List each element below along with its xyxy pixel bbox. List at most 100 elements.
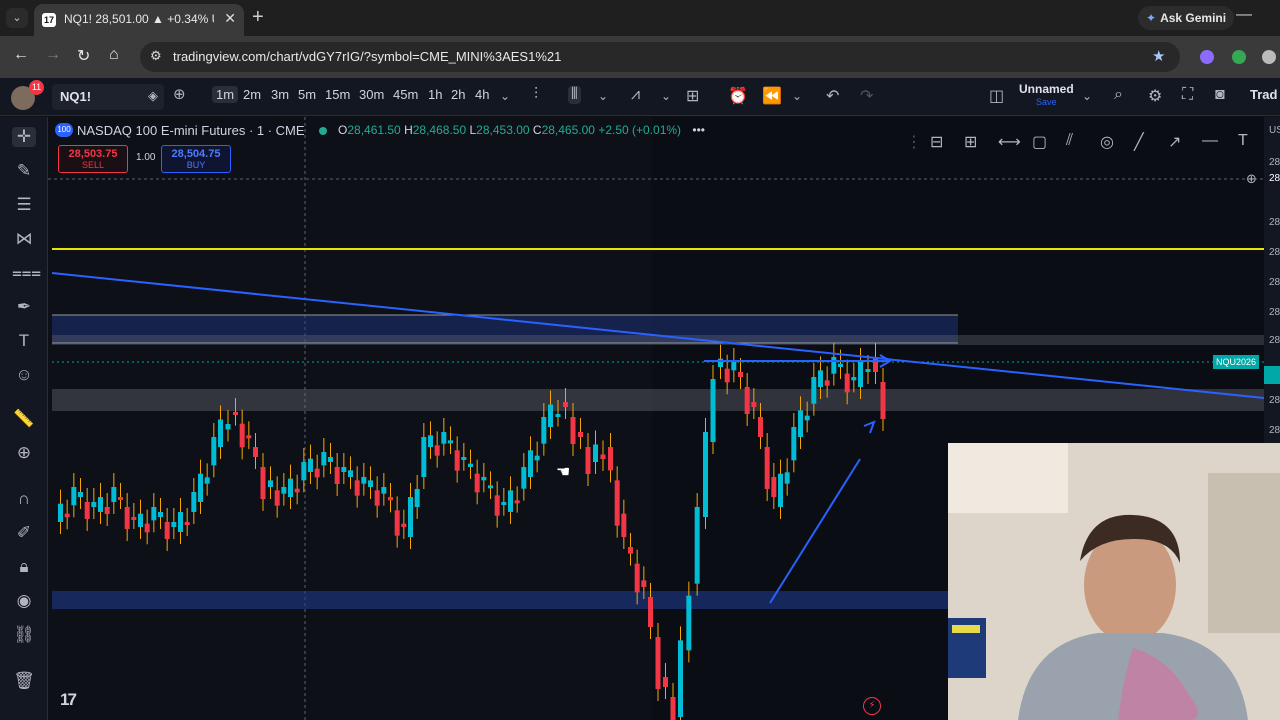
compare-plus-icon[interactable]: ⊕: [173, 85, 186, 103]
tab-close-icon[interactable]: ✕: [224, 10, 236, 27]
candle-body: [764, 447, 770, 489]
interval-5m[interactable]: 5m: [298, 87, 316, 102]
window-minimize-icon[interactable]: —: [1236, 6, 1252, 24]
emoji-icon[interactable]: ☺: [12, 365, 36, 385]
symbol-search[interactable]: NQ1! ◈: [52, 84, 164, 110]
ask-gemini-button[interactable]: ✦ Ask Gemini: [1138, 6, 1235, 30]
lock-icon[interactable]: 🔒︎: [12, 557, 36, 577]
extension-icon[interactable]: [1232, 50, 1246, 64]
candle-body: [368, 480, 373, 487]
fullscreen-icon[interactable]: ⛶: [1182, 86, 1193, 104]
interval-4h[interactable]: 4h: [475, 87, 489, 102]
ruler-icon[interactable]: 📏: [12, 409, 36, 429]
forward-arrow-icon[interactable]: →: [45, 46, 61, 64]
more-icon[interactable]: •••: [692, 123, 705, 137]
interval-1h[interactable]: 1h: [428, 87, 442, 102]
candle-body: [414, 489, 420, 507]
candles-icon[interactable]: ⫴: [568, 86, 581, 104]
interval-3m[interactable]: 3m: [271, 87, 289, 102]
layout-chevron-icon[interactable]: ⌄: [1082, 89, 1092, 103]
horizontal-ray-icon[interactable]: —: [1202, 132, 1218, 150]
drag-handle-icon[interactable]: ⋮: [906, 132, 922, 152]
interval-chevron-down-icon[interactable]: ⌄: [500, 89, 510, 103]
settings-gear-icon[interactable]: ⚙: [1148, 86, 1162, 106]
redo-icon[interactable]: ↷: [860, 86, 873, 106]
interval-1m[interactable]: 1m: [212, 86, 239, 103]
bookmark-star-icon[interactable]: ★: [1152, 47, 1165, 65]
arrow-line-icon[interactable]: ↗: [1168, 132, 1181, 152]
text-tool-icon[interactable]: T: [1238, 132, 1248, 150]
trade-button[interactable]: Trad: [1250, 87, 1277, 102]
candle-body: [421, 437, 427, 477]
bar-style-icon[interactable]: ⫶: [534, 86, 538, 104]
crosshair-icon[interactable]: ✛: [12, 127, 36, 147]
tab-search-chevron-icon[interactable]: ⌄: [6, 8, 28, 28]
interval-30m[interactable]: 30m: [359, 87, 384, 102]
chart-type-chevron-icon[interactable]: ⌄: [598, 89, 608, 103]
high-value: 28,468.50: [412, 123, 467, 137]
nasdaq-100-badge: 100: [55, 123, 73, 137]
layout-name[interactable]: Unnamed: [1019, 82, 1074, 96]
tradingview-logo[interactable]: 17: [60, 690, 77, 710]
symbol-description[interactable]: NASDAQ 100 E-mini Futures · 1 · CME: [77, 123, 305, 138]
address-bar[interactable]: ⚙ tradingview.com/chart/vdGY7rIG/?symbol…: [140, 42, 1180, 72]
symbol-diamond-icon[interactable]: ◈: [148, 88, 158, 104]
candle-body: [678, 640, 683, 717]
channel-icon[interactable]: ⫽: [1066, 132, 1073, 150]
layout-save-label[interactable]: Save: [1036, 97, 1057, 107]
lock-pencil-icon[interactable]: ✐: [12, 523, 36, 543]
profile-icon[interactable]: [1262, 50, 1276, 64]
zoom-icon[interactable]: ⊕: [12, 443, 36, 463]
eye-icon[interactable]: ◉: [12, 591, 36, 611]
interval-45m[interactable]: 45m: [393, 87, 418, 102]
candle-body: [758, 417, 763, 437]
trash-icon[interactable]: 🗑︎: [12, 671, 36, 691]
indicators-icon[interactable]: ⩘: [631, 86, 640, 104]
fib-icon[interactable]: ⩶: [12, 263, 41, 283]
undo-icon[interactable]: ↶: [826, 86, 839, 106]
sell-button[interactable]: 28,503.75 SELL: [58, 145, 128, 173]
target-icon[interactable]: ◎: [1100, 132, 1114, 152]
site-settings-icon[interactable]: ⚙: [150, 48, 162, 64]
buy-button[interactable]: 28,504.75 BUY: [161, 145, 231, 173]
order-quantity[interactable]: 1.00: [136, 152, 155, 163]
rectangle-icon[interactable]: ▢: [1032, 132, 1047, 152]
tv-top-toolbar: 11 NQ1! ◈ ⊕ 1m 2m 3m 5m 15m 30m 45m 1h 2…: [0, 78, 1280, 116]
horizontal-lines-icon[interactable]: ☰: [12, 195, 36, 215]
short-position-icon[interactable]: ⊞: [964, 132, 977, 152]
home-icon[interactable]: ⌂: [109, 46, 119, 64]
interval-2m[interactable]: 2m: [243, 87, 261, 102]
add-price-plus-icon[interactable]: ⊕: [1246, 171, 1257, 187]
market-open-dot: [319, 127, 327, 135]
new-tab-button[interactable]: +: [252, 6, 264, 29]
candle-body: [811, 377, 817, 404]
text-icon[interactable]: T: [12, 331, 36, 351]
magnet-icon[interactable]: ∩: [12, 489, 36, 509]
pen-icon[interactable]: ✒: [12, 297, 36, 317]
alert-icon[interactable]: ⏰: [728, 86, 748, 106]
quick-search-icon[interactable]: ⌕: [1114, 86, 1123, 104]
replay-icon[interactable]: ⏪: [762, 86, 782, 106]
split-layout-icon[interactable]: ◫: [989, 86, 1004, 106]
layout-grid-icon[interactable]: ⊞: [686, 86, 699, 106]
reload-icon[interactable]: ↻: [77, 46, 90, 66]
back-arrow-icon[interactable]: ←: [13, 46, 29, 64]
trend-line-icon[interactable]: ╱: [1134, 132, 1144, 152]
horizontal-line-icon[interactable]: ⟷: [998, 132, 1021, 152]
browser-tab-active[interactable]: 17 NQ1! 28,501.00 ▲ +0.34% Unn ✕: [34, 4, 244, 36]
interval-2h[interactable]: 2h: [451, 87, 465, 102]
candle-body: [614, 480, 620, 526]
extension-icon[interactable]: [1200, 50, 1214, 64]
indicators-chevron-icon[interactable]: ⌄: [661, 89, 671, 103]
camera-icon[interactable]: ◙: [1215, 86, 1225, 104]
candle-body: [260, 467, 266, 499]
candle-body: [784, 472, 790, 484]
link-icon[interactable]: ⛓: [12, 625, 36, 645]
pattern-icon[interactable]: ⋈: [12, 229, 36, 249]
replay-chevron-icon[interactable]: ⌄: [792, 89, 802, 103]
lightning-icon[interactable]: ⚡: [863, 697, 881, 715]
interval-15m[interactable]: 15m: [325, 87, 350, 102]
brush-icon[interactable]: ✎: [12, 161, 36, 181]
ohlc-values: O28,461.50 H28,468.50 L28,453.00 C28,465…: [338, 123, 705, 137]
long-position-icon[interactable]: ⊟: [930, 132, 943, 152]
